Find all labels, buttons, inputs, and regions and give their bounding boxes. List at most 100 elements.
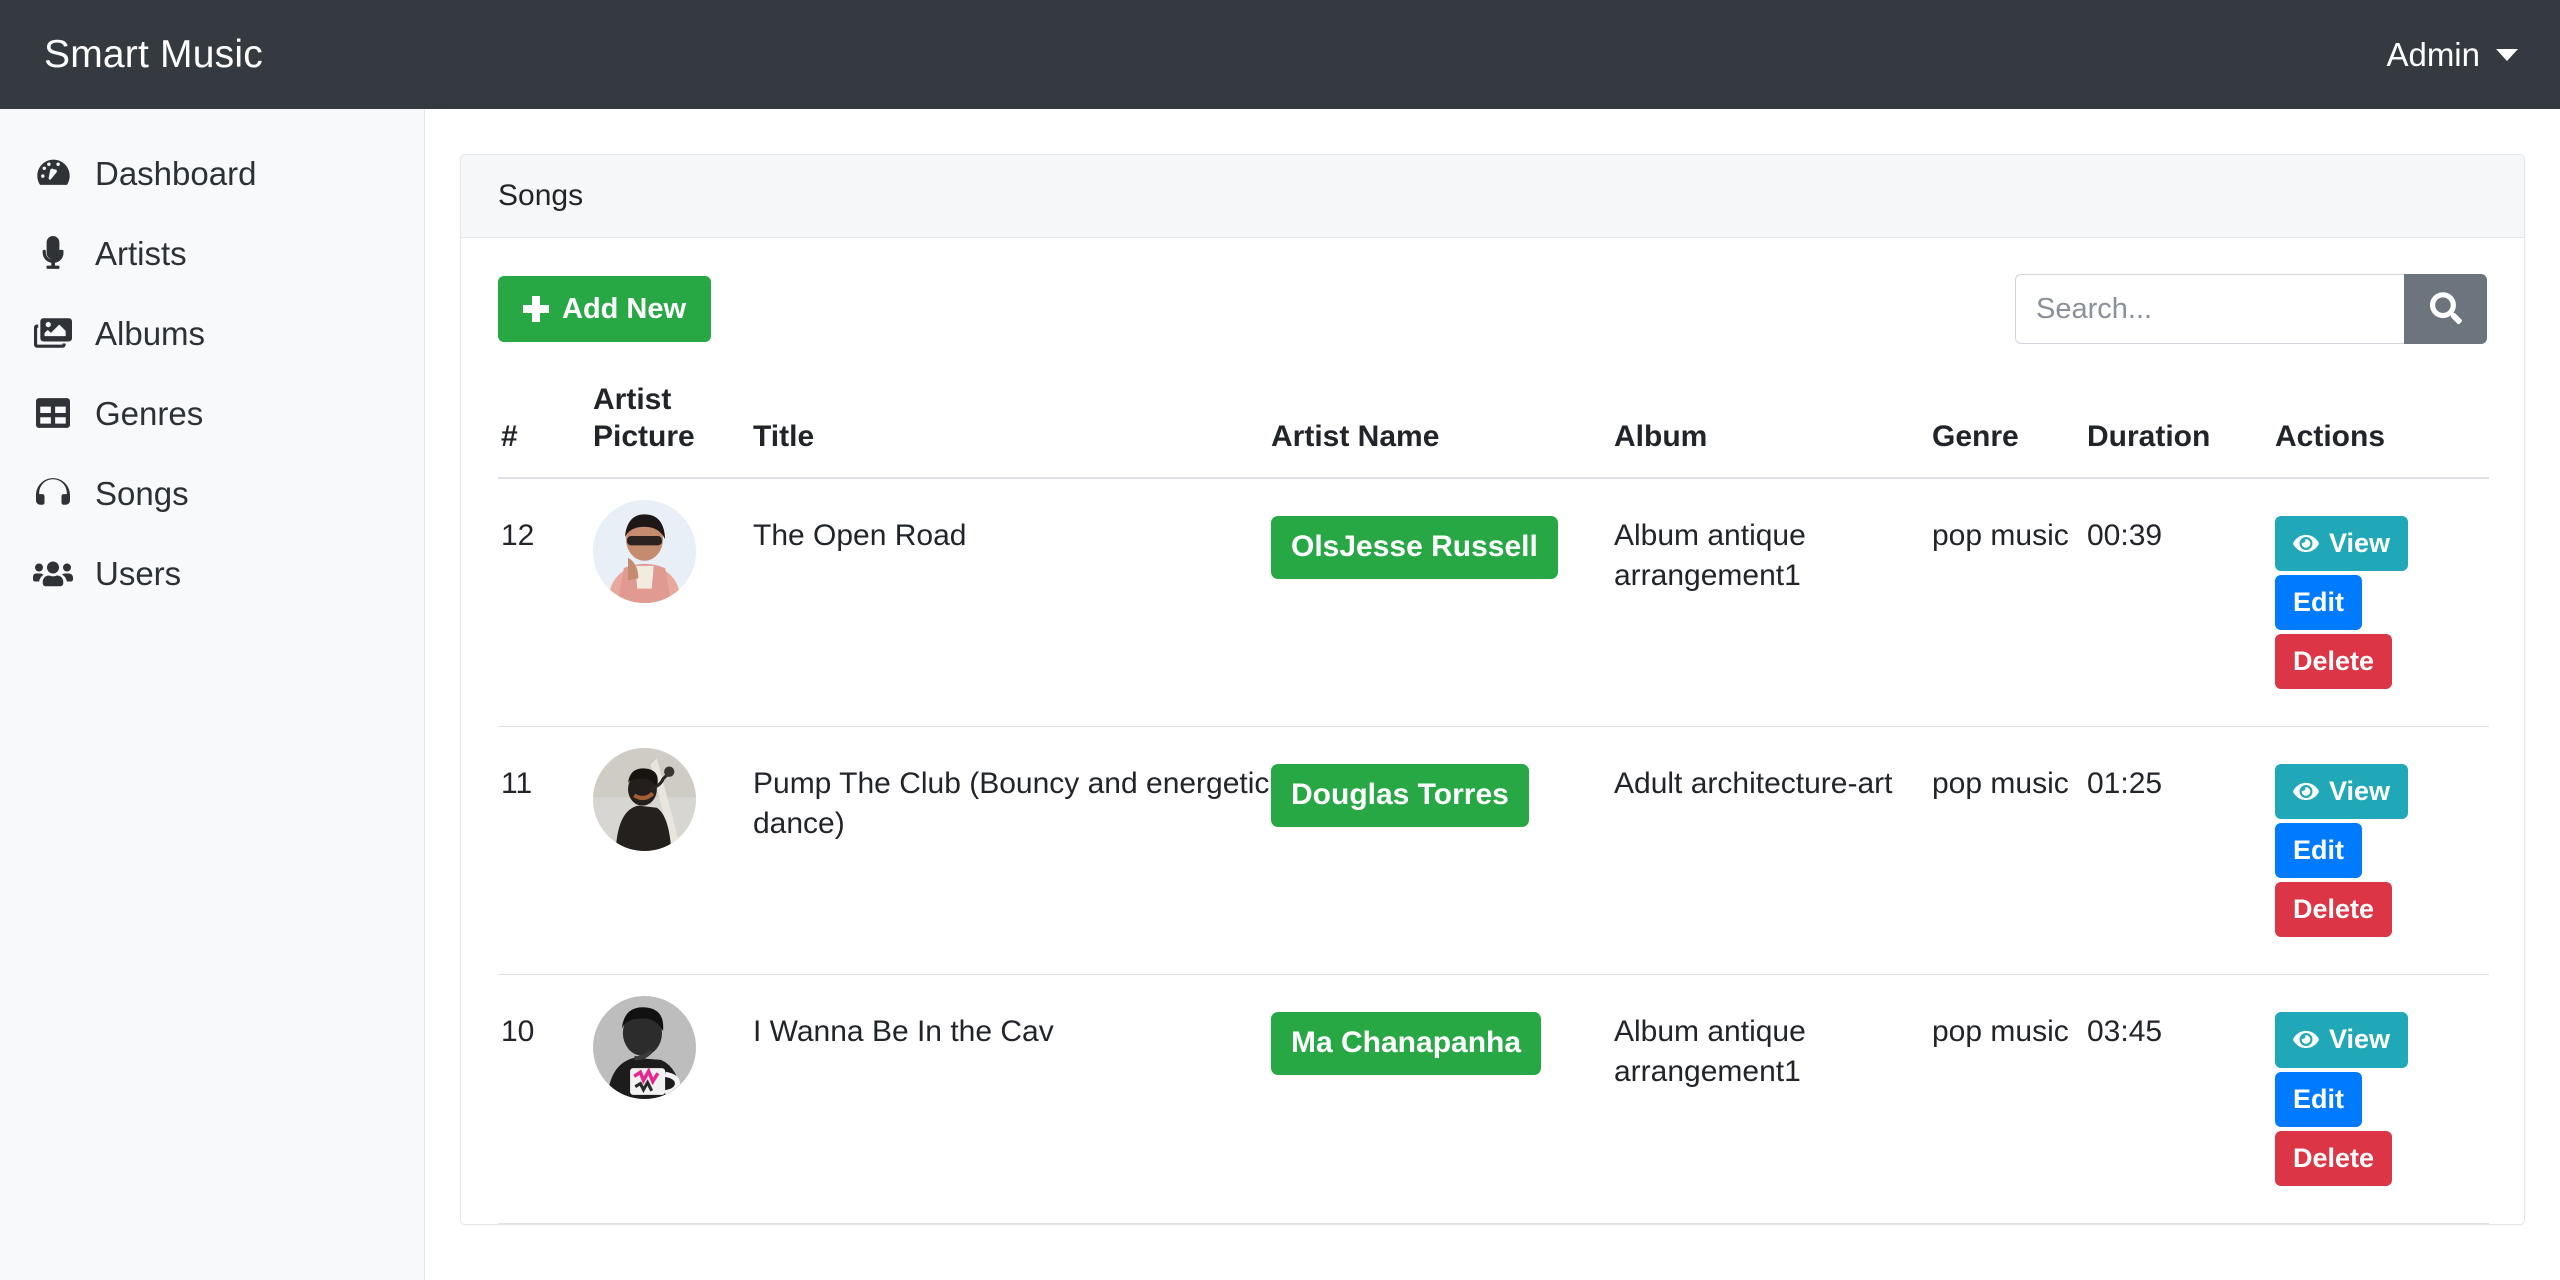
column-header-album[interactable]: Album — [1614, 382, 1932, 480]
eye-icon — [2293, 780, 2319, 803]
delete-label: Delete — [2293, 1142, 2375, 1173]
artist-name-badge[interactable]: Douglas Torres — [1271, 764, 1529, 827]
edit-button[interactable]: Edit — [2275, 823, 2362, 879]
cell-artist-name: Ma Chanapanha — [1271, 974, 1614, 1224]
cell-album: Album antique arrangement1 — [1614, 974, 1932, 1224]
edit-button[interactable]: Edit — [2275, 1071, 2362, 1127]
header-line-2: Picture — [593, 419, 695, 453]
column-header-actions: Actions — [2275, 382, 2489, 480]
images-icon — [33, 313, 73, 353]
column-header-duration[interactable]: Duration — [2087, 382, 2275, 480]
users-group-icon — [33, 553, 73, 593]
songs-card: Songs Add New Search... # Artist Picture… — [460, 154, 2525, 1225]
sidebar-item-label: Genres — [95, 394, 204, 432]
row-action-buttons: View Edit Delete — [2275, 1012, 2489, 1186]
view-button[interactable]: View — [2275, 1012, 2409, 1068]
sidebar-item-label: Artists — [95, 234, 187, 272]
search-button[interactable] — [2404, 274, 2487, 344]
sidebar-item-label: Users — [95, 554, 182, 592]
top-navbar: Smart Music Admin — [0, 0, 2560, 109]
column-header-artist-picture[interactable]: Artist Picture — [593, 382, 753, 480]
cell-actions: View Edit Delete — [2275, 974, 2489, 1224]
add-new-label: Add New — [562, 292, 687, 325]
view-button[interactable]: View — [2275, 516, 2409, 572]
songs-table-body: 12 The Open Road OlsJesse Russell Album … — [498, 478, 2489, 1224]
cell-artist-name: Douglas Torres — [1271, 726, 1614, 976]
cell-duration: 01:25 — [2087, 726, 2275, 976]
table-toolbar: Add New — [498, 274, 2487, 344]
sidebar-item-users[interactable]: Users — [0, 533, 424, 613]
delete-button[interactable]: Delete — [2275, 634, 2393, 690]
cell-title: The Open Road — [753, 478, 1271, 728]
eye-icon — [2293, 532, 2319, 555]
cell-artist-picture — [593, 974, 753, 1224]
sidebar-item-albums[interactable]: Albums — [0, 293, 424, 373]
column-header-title[interactable]: Title — [753, 382, 1271, 480]
column-header-artist-name[interactable]: Artist Name — [1271, 382, 1614, 480]
table-grid-icon — [33, 393, 73, 433]
cell-duration: 03:45 — [2087, 974, 2275, 1224]
delete-label: Delete — [2293, 646, 2375, 677]
admin-user-dropdown[interactable]: Admin — [2386, 36, 2518, 74]
sidebar-item-label: Albums — [95, 314, 206, 352]
edit-label: Edit — [2293, 587, 2344, 618]
search-icon — [2429, 291, 2462, 327]
eye-icon — [2293, 1028, 2319, 1051]
edit-label: Edit — [2293, 835, 2344, 866]
row-action-buttons: View Edit Delete — [2275, 516, 2489, 690]
dashboard-gauge-icon — [33, 153, 73, 193]
delete-label: Delete — [2293, 894, 2375, 925]
table-row: 11 Pump The Club (Bouncy and energetic d… — [498, 726, 2489, 976]
cell-artist-picture — [593, 726, 753, 976]
header-line-1: Artist — [593, 383, 672, 416]
view-label: View — [2329, 1024, 2391, 1055]
cell-artist-name: OlsJesse Russell — [1271, 478, 1614, 728]
cell-title: Pump The Club (Bouncy and energetic danc… — [753, 726, 1271, 976]
sidebar-navigation: Dashboard Artists Albums Genres Songs Us… — [0, 109, 425, 1280]
table-header-row: # Artist Picture Title Artist Name Album… — [498, 382, 2489, 480]
card-body: Add New # — [461, 238, 2524, 1224]
card-header: Songs — [461, 155, 2524, 238]
table-row: 10 I Wanna Be In the Cav Ma Chanapanha A… — [498, 974, 2489, 1224]
sidebar-item-artists[interactable]: Artists — [0, 213, 424, 293]
view-button[interactable]: View — [2275, 764, 2409, 820]
artist-name-badge[interactable]: OlsJesse Russell — [1271, 516, 1558, 579]
sidebar-item-songs[interactable]: Songs — [0, 453, 424, 533]
delete-button[interactable]: Delete — [2275, 1130, 2393, 1186]
avatar — [593, 996, 696, 1100]
app-brand-title[interactable]: Smart Music — [44, 33, 263, 77]
avatar — [593, 748, 696, 852]
cell-index: 12 — [498, 478, 593, 728]
search-group — [2015, 274, 2487, 344]
plus-icon — [523, 296, 549, 322]
cell-genre: pop music — [1932, 726, 2087, 976]
sidebar-item-label: Songs — [95, 474, 189, 512]
column-header-index[interactable]: # — [498, 382, 593, 480]
cell-genre: pop music — [1932, 478, 2087, 728]
cell-artist-picture — [593, 478, 753, 728]
sidebar-item-label: Dashboard — [95, 154, 257, 192]
sidebar-item-dashboard[interactable]: Dashboard — [0, 133, 424, 213]
cell-title: I Wanna Be In the Cav — [753, 974, 1271, 1224]
avatar — [593, 500, 696, 604]
row-action-buttons: View Edit Delete — [2275, 764, 2489, 938]
page-title: Songs — [498, 179, 584, 212]
cell-album: Album antique arrangement1 — [1614, 478, 1932, 728]
edit-button[interactable]: Edit — [2275, 575, 2362, 631]
cell-index: 10 — [498, 974, 593, 1224]
view-label: View — [2329, 528, 2391, 559]
artist-name-badge[interactable]: Ma Chanapanha — [1271, 1012, 1542, 1075]
edit-label: Edit — [2293, 1083, 2344, 1114]
cell-album: Adult architecture-art — [1614, 726, 1932, 976]
add-new-button[interactable]: Add New — [498, 276, 712, 342]
cell-actions: View Edit Delete — [2275, 478, 2489, 728]
cell-duration: 00:39 — [2087, 478, 2275, 728]
column-header-genre[interactable]: Genre — [1932, 382, 2087, 480]
sidebar-item-genres[interactable]: Genres — [0, 373, 424, 453]
search-input[interactable] — [2015, 274, 2404, 344]
delete-button[interactable]: Delete — [2275, 882, 2393, 938]
table-row: 12 The Open Road OlsJesse Russell Album … — [498, 478, 2489, 728]
chevron-down-icon — [2496, 48, 2518, 61]
view-label: View — [2329, 776, 2391, 807]
cell-actions: View Edit Delete — [2275, 726, 2489, 976]
